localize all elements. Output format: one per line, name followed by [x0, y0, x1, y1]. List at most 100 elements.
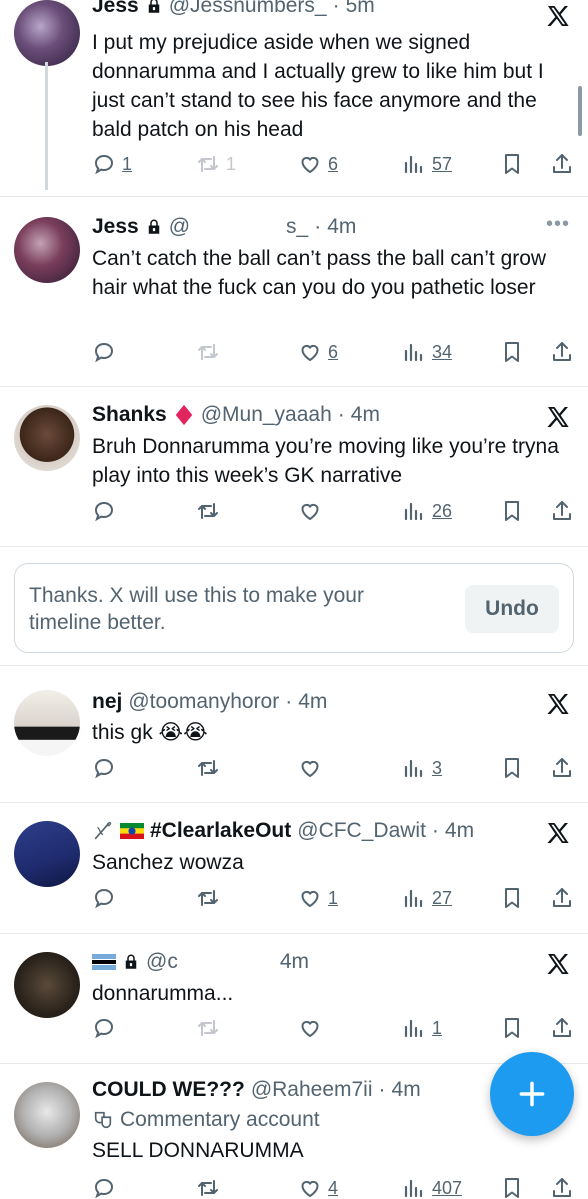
like-button[interactable] [298, 499, 322, 523]
bookmark-button[interactable] [500, 756, 524, 780]
timestamp[interactable]: 4m [298, 690, 327, 714]
views-button[interactable]: 57 [402, 152, 452, 176]
user-handle[interactable]: @toomanyhoror [128, 690, 279, 714]
like-button[interactable]: 1 [298, 886, 338, 910]
user-handle[interactable]: @CFC_Dawit [297, 819, 426, 843]
x-logo-icon[interactable] [546, 821, 570, 845]
tweet-1[interactable]: Jess @Jessnumbers_ · 5m I put my prejudi… [0, 0, 588, 197]
views-icon [402, 886, 426, 910]
commentary-text: Commentary account [120, 1108, 320, 1131]
display-name[interactable]: Jess [92, 215, 139, 239]
heart-icon [298, 756, 322, 780]
bookmark-button[interactable] [500, 152, 524, 176]
x-logo-icon[interactable] [546, 405, 570, 429]
repost-button[interactable] [196, 1016, 220, 1040]
share-button[interactable] [550, 1176, 574, 1199]
reply-button[interactable] [92, 340, 116, 364]
avatar[interactable] [14, 0, 80, 66]
tweet-header: nej @toomanyhoror · 4m [92, 690, 328, 714]
timestamp[interactable]: 4m [445, 819, 474, 843]
views-button[interactable]: 27 [402, 886, 452, 910]
tweet-text: Can’t catch the ball can’t pass the ball… [92, 247, 547, 299]
share-button[interactable] [550, 1016, 574, 1040]
timestamp[interactable]: 4m [351, 403, 380, 427]
like-button[interactable]: 6 [298, 152, 338, 176]
bookmark-button[interactable] [500, 499, 524, 523]
views-button[interactable]: 26 [402, 499, 452, 523]
like-count: 4 [328, 1177, 339, 1198]
avatar[interactable] [14, 217, 80, 283]
like-button[interactable]: 4 [298, 1176, 338, 1199]
reply-button[interactable] [92, 886, 116, 910]
tweet-4[interactable]: nej @toomanyhoror · 4m this gk 😭😭 3 [0, 666, 588, 803]
bookmark-button[interactable] [500, 1016, 524, 1040]
lock-icon [122, 953, 140, 971]
views-icon [402, 756, 426, 780]
display-name[interactable]: nej [92, 690, 122, 714]
reply-icon [92, 152, 116, 176]
tweet-6[interactable]: @c 4m donnarumma... 1 [0, 934, 588, 1064]
like-button[interactable] [298, 1016, 322, 1040]
share-button[interactable] [550, 152, 574, 176]
bookmark-button[interactable] [500, 340, 524, 364]
share-icon [550, 152, 574, 176]
timestamp[interactable]: 4m [327, 215, 356, 239]
tweet-3[interactable]: Shanks @Mun_yaaah · 4m Bruh Donnarumma y… [0, 387, 588, 547]
x-logo-icon[interactable] [546, 952, 570, 976]
avatar[interactable] [14, 405, 80, 471]
timestamp[interactable]: 4m [280, 950, 309, 974]
avatar[interactable] [14, 952, 80, 1018]
x-logo-icon[interactable] [546, 692, 570, 716]
repost-button[interactable]: 1 [196, 152, 236, 176]
more-options-icon[interactable]: ••• [546, 213, 570, 236]
reply-button[interactable] [92, 499, 116, 523]
scrollbar[interactable] [578, 86, 582, 136]
view-count: 26 [432, 500, 453, 521]
user-handle[interactable]: @c [146, 950, 178, 974]
repost-button[interactable] [196, 1176, 220, 1199]
display-name[interactable]: COULD WE??? [92, 1078, 245, 1102]
display-name[interactable]: Shanks [92, 403, 167, 427]
share-button[interactable] [550, 756, 574, 780]
views-button[interactable]: 407 [402, 1176, 462, 1199]
timestamp[interactable]: 4m [392, 1078, 421, 1102]
compose-button[interactable] [490, 1052, 574, 1136]
repost-button[interactable] [196, 499, 220, 523]
bookmark-button[interactable] [500, 1176, 524, 1199]
timestamp[interactable]: 5m [346, 0, 375, 18]
share-button[interactable] [550, 886, 574, 910]
undo-button[interactable]: Undo [465, 585, 559, 633]
share-button[interactable] [550, 499, 574, 523]
x-logo-icon[interactable] [546, 4, 570, 28]
avatar[interactable] [14, 690, 80, 756]
user-handle[interactable]: @Mun_yaaah [201, 403, 332, 427]
tweet-2[interactable]: Jess @ s_ · 4m ••• Can’t catch the ball … [0, 197, 588, 387]
view-count: 27 [432, 887, 453, 908]
views-icon [402, 152, 426, 176]
reply-button[interactable] [92, 1176, 116, 1199]
lock-icon [145, 218, 163, 236]
avatar[interactable] [14, 821, 80, 887]
views-button[interactable]: 1 [402, 1016, 442, 1040]
view-count: 3 [432, 757, 443, 778]
display-name[interactable]: #ClearlakeOut [150, 819, 291, 843]
views-button[interactable]: 3 [402, 756, 442, 780]
user-handle[interactable]: @Raheem7ii [251, 1078, 373, 1102]
reply-button[interactable]: 1 [92, 152, 132, 176]
reply-button[interactable] [92, 1016, 116, 1040]
repost-button[interactable] [196, 340, 220, 364]
reply-button[interactable] [92, 756, 116, 780]
repost-button[interactable] [196, 886, 220, 910]
display-name[interactable]: Jess [92, 0, 139, 18]
tweet-5[interactable]: #ClearlakeOut @CFC_Dawit · 4m Sanchez wo… [0, 803, 588, 934]
repost-button[interactable] [196, 756, 220, 780]
share-button[interactable] [550, 340, 574, 364]
like-button[interactable]: 6 [298, 340, 338, 364]
avatar[interactable] [14, 1082, 80, 1148]
like-button[interactable] [298, 756, 322, 780]
views-button[interactable]: 34 [402, 340, 452, 364]
feedback-card: Thanks. X will use this to make your tim… [14, 563, 574, 653]
user-handle[interactable]: @Jessnumbers_ [169, 0, 327, 18]
user-handle[interactable]: @ [169, 215, 190, 239]
bookmark-button[interactable] [500, 886, 524, 910]
